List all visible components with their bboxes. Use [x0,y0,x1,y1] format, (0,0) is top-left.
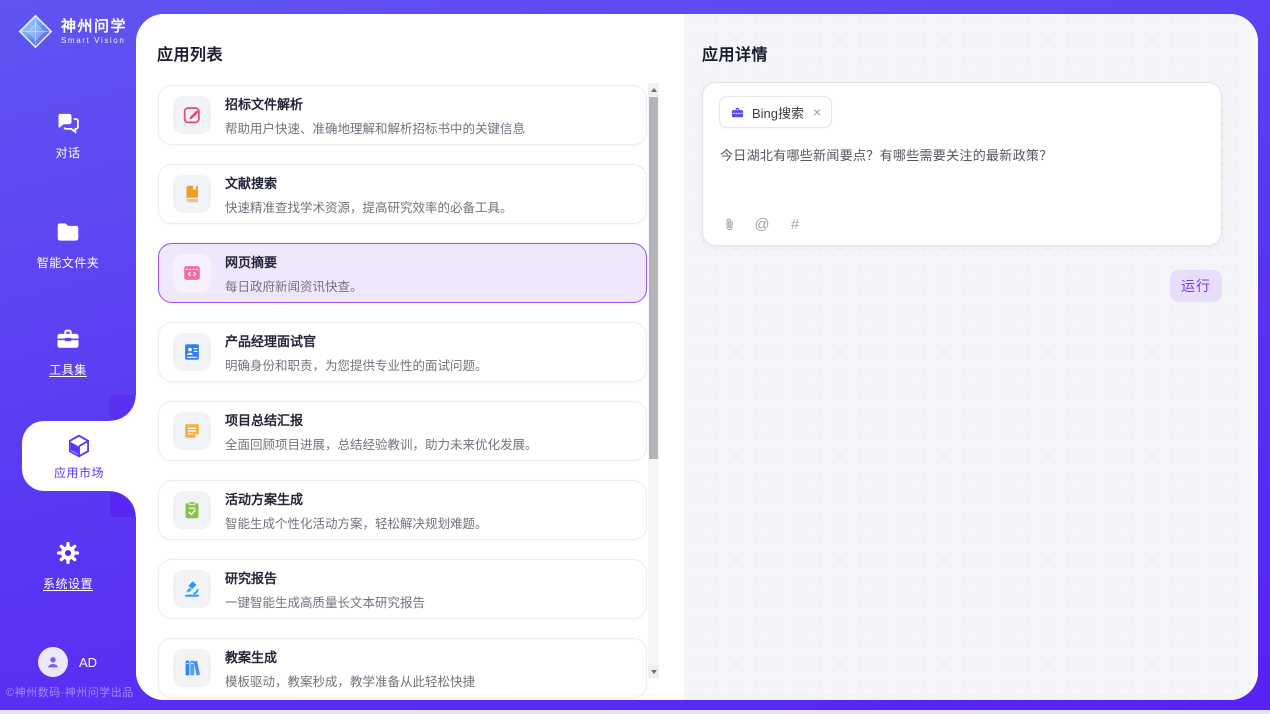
gear-icon [54,539,82,567]
app-card-title: 活动方案生成 [225,489,488,508]
interviewer-icon [181,341,203,363]
app-icon-box [173,96,211,134]
app-icon-box [173,570,211,608]
browser-code-icon [181,262,203,284]
app-card-description: 全面回顾项目进展，总结经验教训，助力未来优化发展。 [225,434,538,453]
microscope-icon [181,578,203,600]
app-card-text: 活动方案生成智能生成个性化活动方案，轻松解决规划难题。 [225,489,488,532]
tool-chip-label: Bing搜索 [752,103,804,122]
app-card-title: 产品经理面试官 [225,331,488,350]
content-window: 应用列表 招标文件解析帮助用户快速、准确地理解和解析招标书中的关键信息文献搜索快… [136,14,1258,700]
user-initials: AD [79,655,97,670]
app-card[interactable]: 产品经理面试官明确身份和职责，为您提供专业性的面试问题。 [158,322,647,382]
app-card-text: 招标文件解析帮助用户快速、准确地理解和解析招标书中的关键信息 [225,94,525,137]
app-card-title: 研究报告 [225,568,425,587]
app-card-text: 研究报告一键智能生成高质量长文本研究报告 [225,568,425,611]
at-icon[interactable]: @ [753,215,771,233]
app-icon-box [173,491,211,529]
app-icon-box [173,333,211,371]
app-card-list: 招标文件解析帮助用户快速、准确地理解和解析招标书中的关键信息文献搜索快速精准查找… [158,85,647,700]
app-card-description: 明确身份和职责，为您提供专业性的面试问题。 [225,355,488,374]
toolbox-icon [54,325,82,353]
window-bottom-edge [0,710,1270,714]
app-card-text: 网页摘要每日政府新闻资讯快查。 [225,252,363,295]
sidebar-item-label: 应用市场 [54,464,104,481]
sidebar-item-label: 工具集 [49,361,87,378]
close-icon[interactable]: × [813,105,821,119]
app-list-panel: 应用列表 招标文件解析帮助用户快速、准确地理解和解析招标书中的关键信息文献搜索快… [136,14,684,700]
scrollbar-down-button[interactable] [648,665,659,678]
prompt-card: Bing搜索 × 今日湖北有哪些新闻要点？有哪些需要关注的最新政策？ @# [702,82,1222,246]
avatar [38,647,68,677]
app-card-title: 教案生成 [225,647,475,666]
app-card[interactable]: 教案生成模板驱动，教案秒成，教学准备从此轻松快捷 [158,638,647,698]
tool-chip-bing-search[interactable]: Bing搜索 × [719,96,832,128]
books-icon [181,657,203,679]
cube-icon [65,432,93,460]
folder-icon [54,218,82,246]
sidebar-item-system-settings[interactable]: 系统设置 [0,539,136,592]
brand-logo: 神州问学 Smart Vision [17,13,127,50]
app-card-description: 快速精准查找学术资源，提高研究效率的必备工具。 [225,197,513,216]
app-card-title: 招标文件解析 [225,94,525,113]
composer-toolbar: @# [720,215,804,233]
app-card-description: 一键智能生成高质量长文本研究报告 [225,592,425,611]
sidebar-item-app-market[interactable]: 应用市场 [22,421,136,491]
app-icon-box [173,254,211,292]
app-card-text: 教案生成模板驱动，教案秒成，教学准备从此轻松快捷 [225,647,475,690]
hash-icon[interactable]: # [786,215,804,233]
user-account[interactable]: AD [38,647,97,677]
clipboard-check-icon [181,499,203,521]
app-card-description: 帮助用户快速、准确地理解和解析招标书中的关键信息 [225,118,525,137]
arrow-down-icon [651,670,657,674]
sidebar-item-label: 智能文件夹 [37,254,100,271]
book-icon [181,183,203,205]
app-list-title: 应用列表 [157,41,223,65]
app-card[interactable]: 活动方案生成智能生成个性化活动方案，轻松解决规划难题。 [158,480,647,540]
app-card[interactable]: 研究报告一键智能生成高质量长文本研究报告 [158,559,647,619]
chat-icon [54,108,82,136]
app-card[interactable]: 文献搜索快速精准查找学术资源，提高研究效率的必备工具。 [158,164,647,224]
app-card[interactable]: 招标文件解析帮助用户快速、准确地理解和解析招标书中的关键信息 [158,85,647,145]
app-icon-box [173,649,211,687]
app-icon-box [173,412,211,450]
app-card-text: 产品经理面试官明确身份和职责，为您提供专业性的面试问题。 [225,331,488,374]
briefcase-icon [730,105,745,120]
brand-name: 神州问学 [61,19,127,34]
note-icon [181,420,203,442]
app-card[interactable]: 网页摘要每日政府新闻资讯快查。 [158,243,647,303]
sidebar-item-chat[interactable]: 对话 [0,108,136,161]
paperclip-icon[interactable] [720,215,738,233]
arrow-up-icon [651,88,657,92]
query-text-input[interactable]: 今日湖北有哪些新闻要点？有哪些需要关注的最新政策？ [720,146,1200,166]
sidebar: 神州问学 Smart Vision 对话智能文件夹工具集应用市场系统设置 AD … [0,0,136,710]
app-detail-panel: 应用详情 Bing搜索 × 今日湖北有哪些新闻要点？有哪些需要关注的最新政策？ … [684,14,1258,700]
sidebar-item-label: 对话 [55,144,80,161]
brand-subtitle: Smart Vision [61,37,127,45]
app-card[interactable]: 项目总结汇报全面回顾项目进展，总结经验教训，助力未来优化发展。 [158,401,647,461]
app-card-description: 每日政府新闻资讯快查。 [225,276,363,295]
app-card-text: 文献搜索快速精准查找学术资源，提高研究效率的必备工具。 [225,173,513,216]
pen-square-icon [181,104,203,126]
brand-diamond-icon [17,13,54,50]
app-card-title: 网页摘要 [225,252,363,271]
app-detail-title: 应用详情 [702,41,768,65]
app-icon-box [173,175,211,213]
app-card-description: 智能生成个性化活动方案，轻松解决规划难题。 [225,513,488,532]
app-card-title: 项目总结汇报 [225,410,538,429]
copyright-text: ©神州数码·神州问学出品 [6,684,134,700]
sidebar-item-smart-folders[interactable]: 智能文件夹 [0,218,136,271]
sidebar-item-toolset[interactable]: 工具集 [0,325,136,378]
scrollbar[interactable] [648,83,659,678]
app-card-text: 项目总结汇报全面回顾项目进展，总结经验教训，助力未来优化发展。 [225,410,538,453]
sidebar-item-label: 系统设置 [43,575,93,592]
scrollbar-up-button[interactable] [648,83,659,96]
app-card-title: 文献搜索 [225,173,513,192]
app-card-description: 模板驱动，教案秒成，教学准备从此轻松快捷 [225,671,475,690]
run-button[interactable]: 运行 [1170,270,1222,302]
scrollbar-thumb[interactable] [649,97,658,459]
